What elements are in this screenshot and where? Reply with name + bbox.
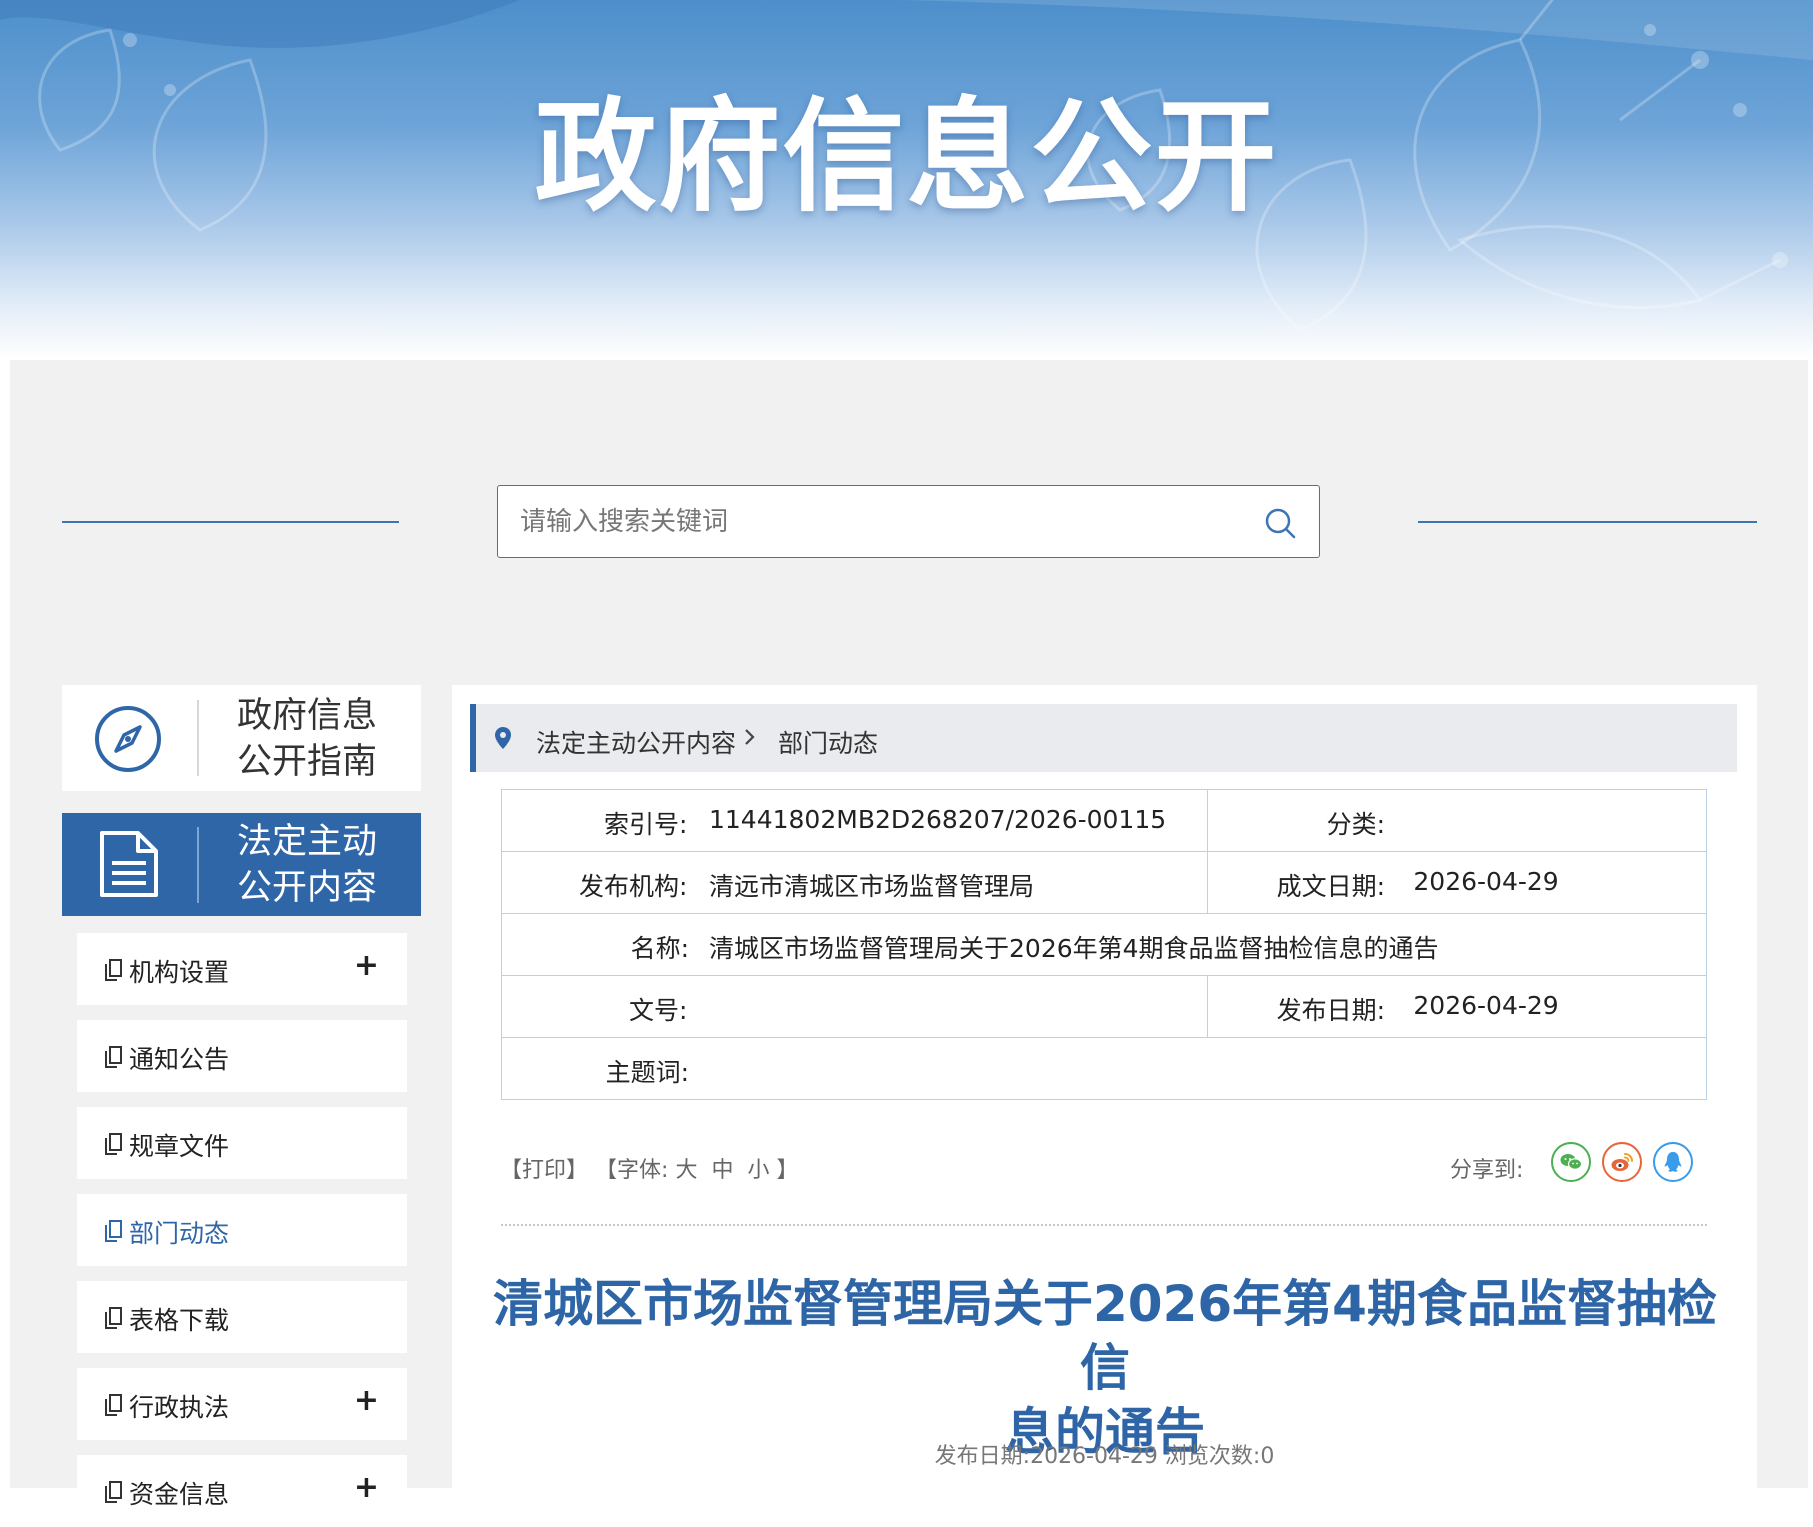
- banner-title: 政府信息公开: [534, 86, 1279, 228]
- publisher-value: 清远市清城区市场监督管理局: [709, 872, 1035, 901]
- published-date-label: 发布日期:: [1276, 996, 1385, 1025]
- font-small-button[interactable]: 小: [747, 1158, 769, 1183]
- breadcrumb-item-public-content[interactable]: 法定主动公开内容: [536, 724, 736, 760]
- index-value: 11441802MB2D268207/2026-00115: [709, 805, 1167, 834]
- compass-icon: [95, 706, 161, 772]
- wechat-icon: [1560, 1154, 1583, 1170]
- search-input[interactable]: [518, 486, 1222, 558]
- breadcrumb: 法定主动公开内容 部门动态: [470, 704, 1737, 772]
- sidebar-content-separator: [197, 827, 199, 903]
- search-button[interactable]: [1263, 506, 1297, 540]
- sidebar-item-label: 资金信息: [129, 1480, 230, 1509]
- sidebar-guide-separator: [197, 700, 199, 776]
- article-meta: 发布日期:2026-04-29 浏览次数:0: [934, 1444, 1275, 1469]
- font-size-prefix: 【字体:: [595, 1158, 669, 1183]
- sidebar-item-label: 表格下载: [129, 1306, 230, 1335]
- sidebar-item-label: 规章文件: [129, 1132, 230, 1161]
- search-decor-line-left: [62, 521, 399, 523]
- search-box: [497, 485, 1320, 558]
- sidebar-guide-label: 政府信息 公开指南: [237, 696, 378, 782]
- sidebar-item-organization[interactable]: 机构设置 +: [77, 933, 407, 1005]
- print-button[interactable]: 【打印】: [500, 1158, 588, 1183]
- share-label: 分享到:: [1450, 1158, 1524, 1183]
- search-icon: [1265, 508, 1296, 539]
- sidebar-item-label: 行政执法: [129, 1393, 230, 1422]
- sidebar-item-label: 通知公告: [129, 1045, 230, 1074]
- expand-icon[interactable]: +: [354, 948, 379, 983]
- name-label: 名称:: [630, 934, 689, 963]
- font-size-suffix: 】: [776, 1158, 799, 1183]
- sidebar-content-label: 法定主动 公开内容: [237, 822, 378, 908]
- content-divider: [501, 1224, 1707, 1226]
- sidebar-item-label: 部门动态: [129, 1219, 230, 1248]
- share-qq-button[interactable]: [1653, 1142, 1693, 1182]
- subject-label: 主题词:: [605, 1058, 689, 1087]
- chevron-right-icon: [745, 729, 755, 745]
- expand-icon[interactable]: +: [354, 1383, 379, 1418]
- sidebar-item-form-downloads[interactable]: 表格下载: [77, 1281, 407, 1353]
- publisher-label: 发布机构:: [578, 872, 688, 901]
- sidebar-content-header[interactable]: 法定主动 公开内容: [62, 813, 421, 916]
- copy-icon: [105, 1046, 122, 1068]
- share-wechat-button[interactable]: [1551, 1142, 1591, 1182]
- search-decor-line-right: [1418, 521, 1757, 523]
- created-date-label: 成文日期:: [1276, 872, 1385, 901]
- qq-icon: [1664, 1152, 1682, 1172]
- name-value: 清城区市场监督管理局关于2026年第4期食品监督抽检信息的通告: [709, 934, 1439, 963]
- created-date-value: 2026-04-29: [1413, 867, 1559, 896]
- font-large-button[interactable]: 大: [675, 1158, 697, 1183]
- weibo-icon: [1611, 1153, 1633, 1171]
- breadcrumb-item-department-news[interactable]: 部门动态: [778, 724, 878, 760]
- sidebar-item-label: 机构设置: [129, 958, 230, 987]
- copy-icon: [105, 959, 122, 981]
- copy-icon: [105, 1481, 122, 1503]
- copy-icon: [105, 1394, 122, 1416]
- sidebar-item-regulations[interactable]: 规章文件: [77, 1107, 407, 1179]
- document-icon: [100, 831, 158, 897]
- sidebar-item-law-enforcement[interactable]: 行政执法 +: [77, 1368, 407, 1440]
- sidebar-item-funding-info[interactable]: 资金信息 +: [77, 1455, 407, 1527]
- sidebar-guide-button[interactable]: 政府信息 公开指南: [62, 685, 421, 791]
- article-tools: 【打印】 【字体: 大 中 小 】: [500, 1152, 799, 1184]
- copy-icon: [105, 1307, 122, 1329]
- article-title: 清城区市场监督管理局关于2026年第4期食品监督抽检信 息的通告: [493, 1275, 1717, 1461]
- published-date-value: 2026-04-29: [1413, 991, 1559, 1020]
- sidebar-item-department-news[interactable]: 部门动态: [77, 1194, 407, 1266]
- document-metadata-table: 索引号: 11441802MB2D268207/2026-00115 分类: 发…: [500, 789, 1707, 1100]
- font-medium-button[interactable]: 中: [711, 1158, 733, 1183]
- share-weibo-button[interactable]: [1602, 1142, 1642, 1182]
- document-number-label: 文号:: [628, 996, 688, 1025]
- category-label: 分类:: [1326, 810, 1385, 839]
- copy-icon: [105, 1133, 122, 1155]
- copy-icon: [105, 1220, 122, 1242]
- location-pin-icon: [495, 727, 511, 749]
- sidebar-item-notices[interactable]: 通知公告: [77, 1020, 407, 1092]
- page-banner: 政府信息公开: [0, 0, 1813, 360]
- index-label: 索引号:: [603, 810, 688, 839]
